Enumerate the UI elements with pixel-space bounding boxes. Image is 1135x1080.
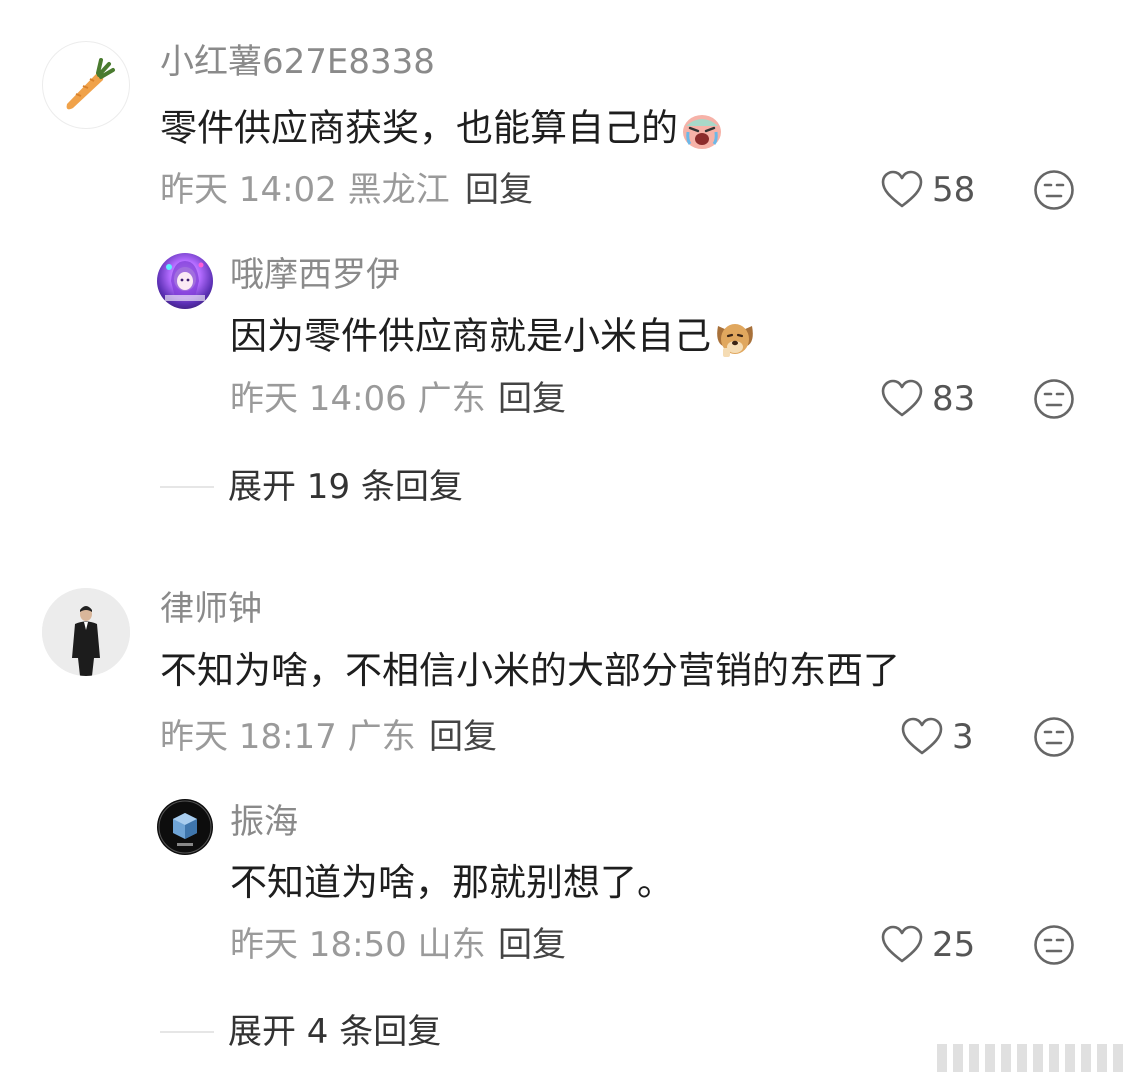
avatar[interactable]: [157, 253, 213, 309]
reply-button[interactable]: 回复: [498, 928, 566, 962]
like-button[interactable]: 83: [880, 377, 975, 421]
comment-location: 黑龙江: [347, 170, 450, 210]
anime-girl-icon: [165, 261, 205, 301]
man-in-suit-icon: [42, 588, 130, 676]
comment-meta: 昨天 14:02 黑龙江: [160, 173, 450, 207]
divider: [160, 486, 214, 488]
neutral-face-icon[interactable]: [1032, 168, 1076, 212]
like-count: 83: [932, 379, 976, 419]
comment-username[interactable]: 小红薯627E8338: [160, 45, 435, 79]
avatar[interactable]: [42, 41, 130, 129]
heart-icon: [901, 717, 943, 755]
divider: [160, 1031, 214, 1033]
comment-username[interactable]: 律师钟: [160, 592, 262, 626]
comment-location: 广东: [347, 717, 416, 757]
heart-icon: [881, 379, 923, 417]
heart-icon: [881, 170, 923, 208]
reply-time: 昨天 14:06: [230, 379, 407, 419]
reply-meta: 昨天 14:06 广东: [230, 382, 486, 416]
carrot-icon: [66, 58, 115, 110]
heart-icon: [881, 925, 923, 963]
reply-meta: 昨天 18:50 山东: [230, 928, 486, 962]
like-count: 3: [952, 717, 974, 757]
reply-button[interactable]: 回复: [429, 720, 497, 754]
like-button[interactable]: 25: [880, 923, 975, 967]
avatar[interactable]: [42, 588, 130, 676]
reply-text: 因为零件供应商就是小米自己: [230, 314, 711, 358]
reply-location: 山东: [417, 925, 486, 965]
comment-content: 零件供应商获奖，也能算自己的: [160, 108, 724, 152]
reply-button[interactable]: 回复: [498, 382, 566, 416]
comment-content: 不知为啥，不相信小米的大部分营销的东西了: [160, 649, 900, 692]
reply-username[interactable]: 哦摩西罗伊: [230, 258, 400, 292]
reply-username[interactable]: 振海: [230, 805, 298, 839]
neutral-face-icon[interactable]: [1032, 923, 1076, 967]
reply-content: 因为零件供应商就是小米自己: [230, 316, 757, 360]
reply-button[interactable]: 回复: [465, 173, 533, 207]
like-button[interactable]: 58: [880, 168, 975, 212]
expand-replies-button[interactable]: 展开 19 条回复: [228, 470, 463, 504]
expand-replies-button[interactable]: 展开 4 条回复: [228, 1015, 441, 1049]
comment-meta: 昨天 18:17 广东: [160, 720, 416, 754]
watermark: [937, 1044, 1123, 1072]
like-count: 58: [932, 170, 976, 210]
reply-location: 广东: [417, 379, 486, 419]
comment-time: 昨天 14:02: [160, 170, 337, 210]
dog-face-emoji: [717, 324, 753, 357]
avatar[interactable]: [157, 799, 213, 855]
reply-content: 不知道为啥，那就别想了。: [230, 861, 674, 904]
reply-time: 昨天 18:50: [230, 925, 407, 965]
blue-cube-icon: [158, 800, 212, 854]
comment-text: 零件供应商获奖，也能算自己的: [160, 106, 678, 150]
like-button[interactable]: 3: [900, 715, 974, 759]
like-count: 25: [932, 925, 976, 965]
neutral-face-icon[interactable]: [1032, 715, 1076, 759]
crying-face-emoji: [683, 115, 721, 149]
neutral-face-icon[interactable]: [1032, 377, 1076, 421]
comment-time: 昨天 18:17: [160, 717, 337, 757]
